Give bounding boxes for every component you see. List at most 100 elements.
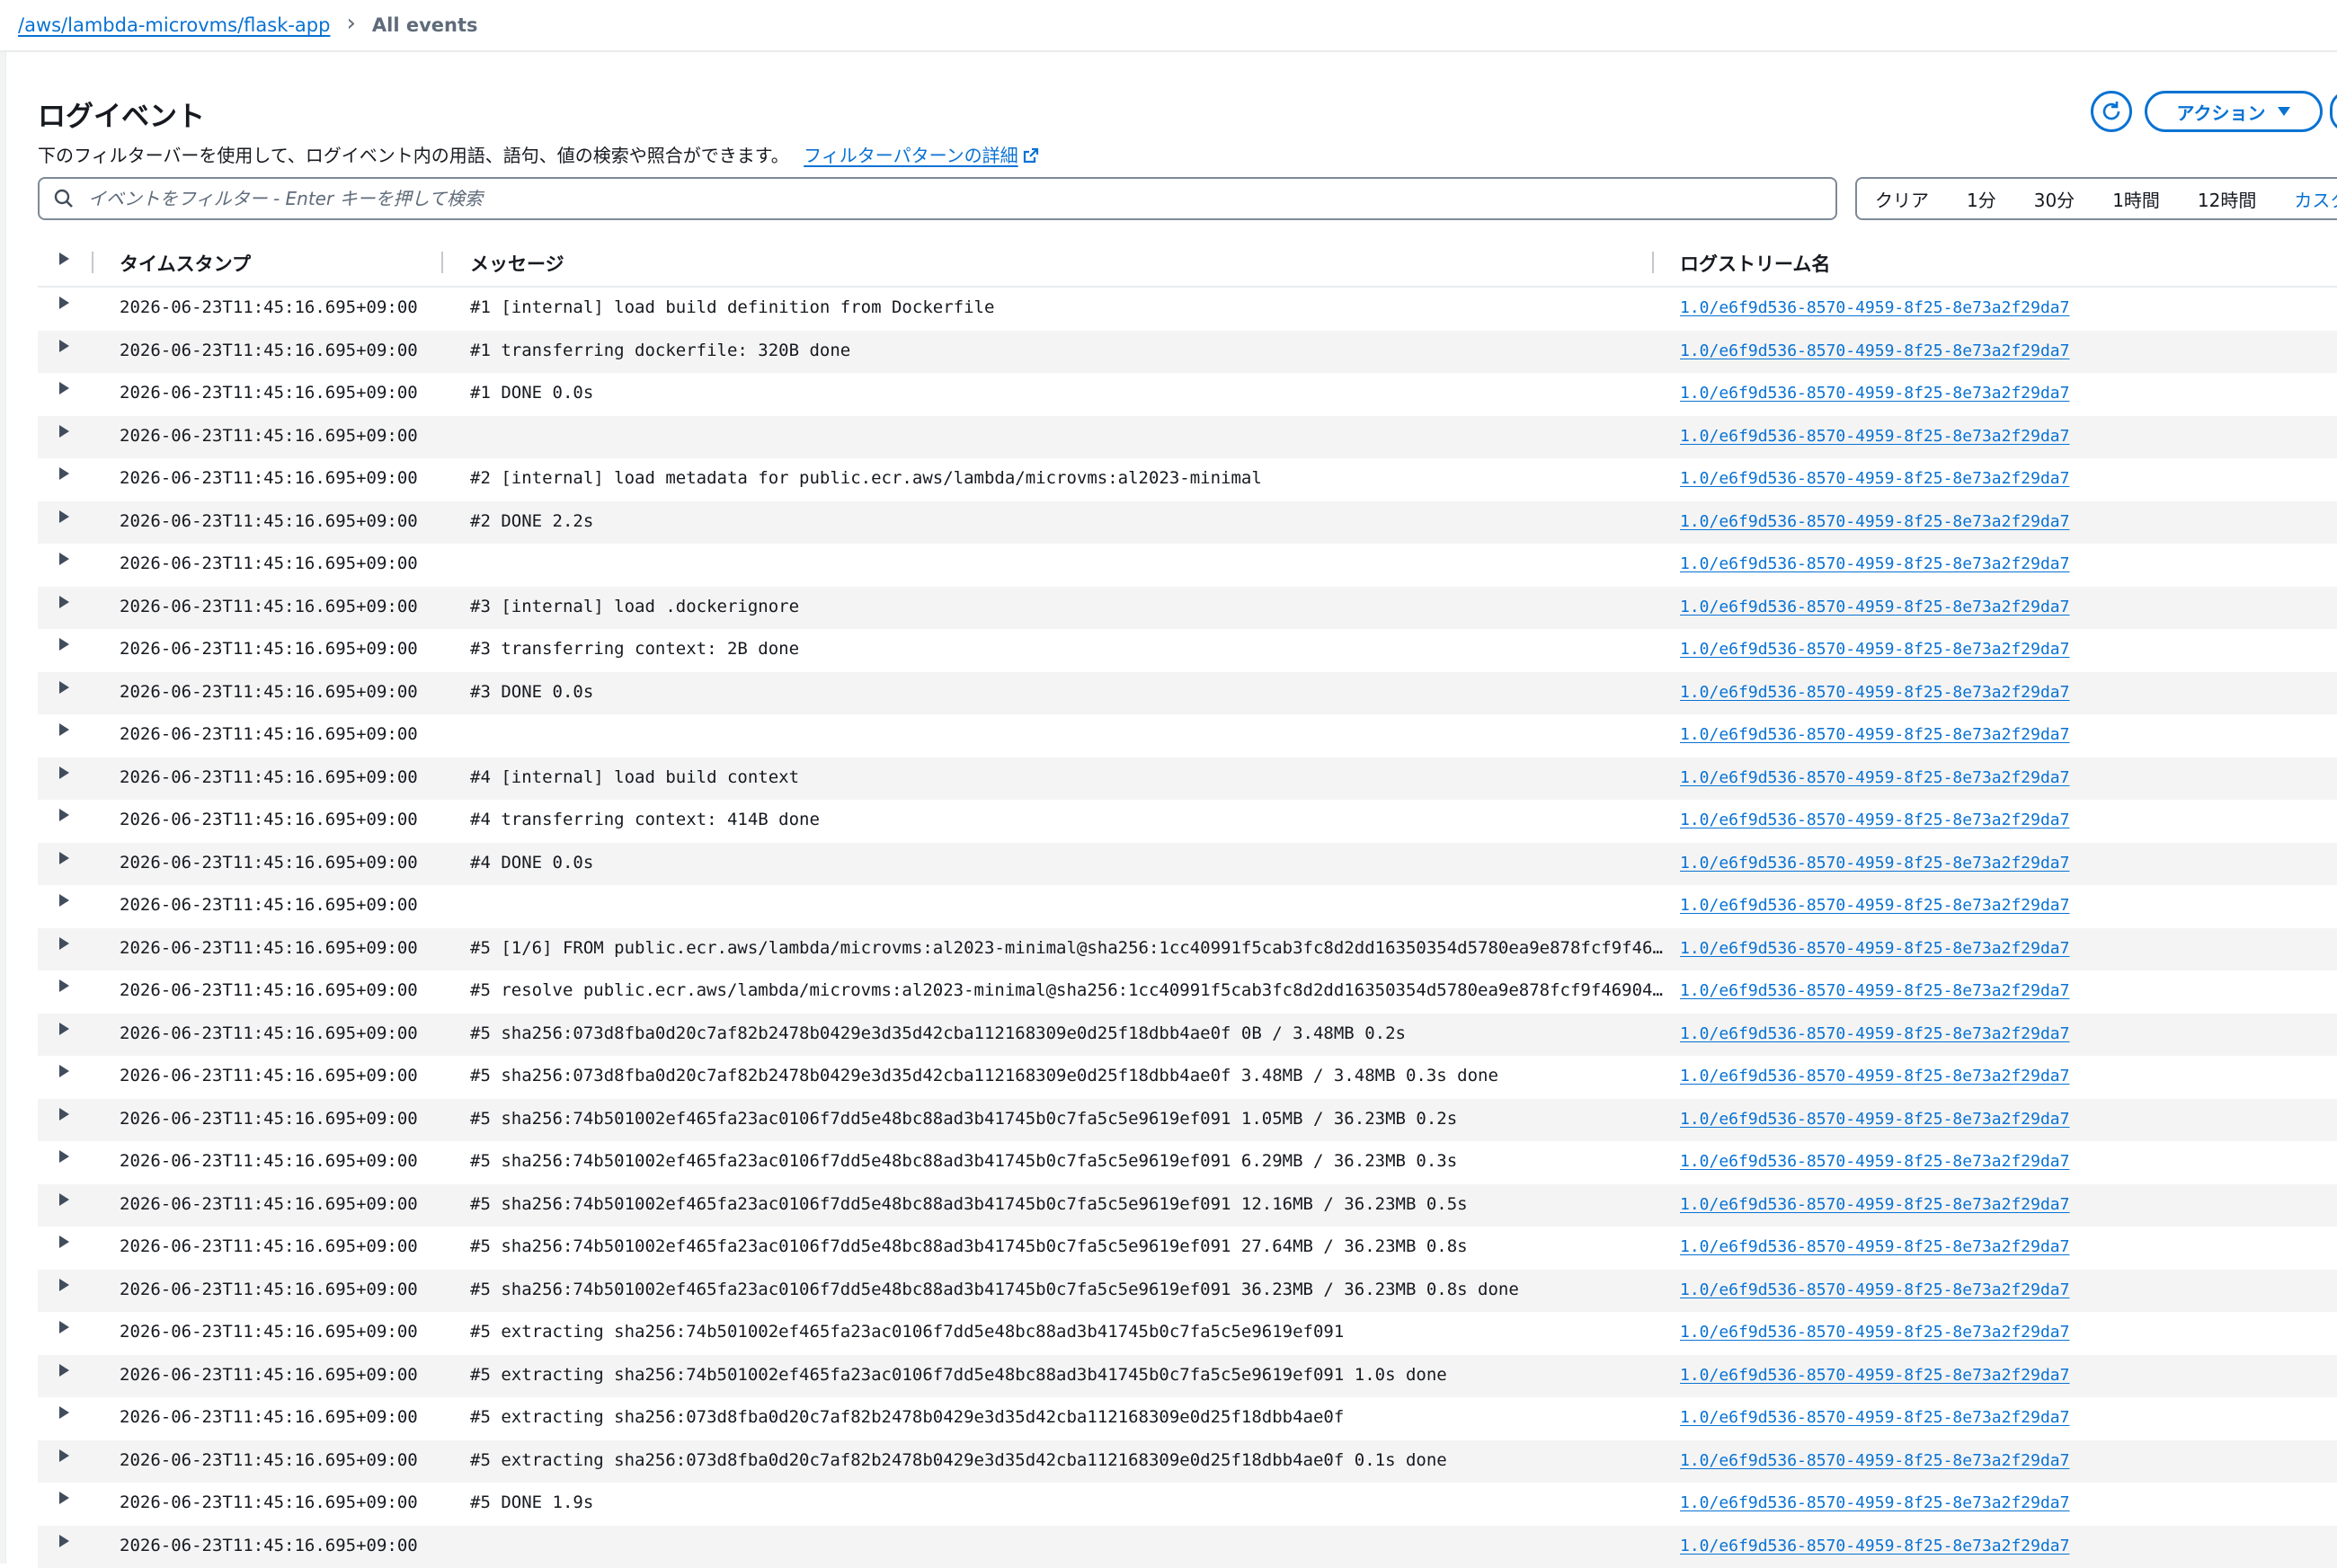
table-row[interactable]: 2026-06-23T11:45:16.695+09:00#5 sha256:7… <box>38 1270 2337 1313</box>
more-button[interactable] <box>2330 91 2337 132</box>
table-row[interactable]: 2026-06-23T11:45:16.695+09:00#4 [interna… <box>38 757 2337 801</box>
row-log-stream-link[interactable]: 1.0/e6f9d536-8570-4959-8f25-8e73a2f29da7 <box>1680 640 2069 659</box>
row-log-stream-link[interactable]: 1.0/e6f9d536-8570-4959-8f25-8e73a2f29da7 <box>1680 384 2069 403</box>
table-row[interactable]: 2026-06-23T11:45:16.695+09:00#3 [interna… <box>38 587 2337 630</box>
row-log-stream-link[interactable]: 1.0/e6f9d536-8570-4959-8f25-8e73a2f29da7 <box>1680 427 2069 446</box>
table-row[interactable]: 2026-06-23T11:45:16.695+09:00#5 DONE 1.9… <box>38 1483 2337 1526</box>
filter-pattern-link[interactable]: フィルターパターンの詳細 <box>804 145 1039 166</box>
table-row[interactable]: 2026-06-23T11:45:16.695+09:00#4 transfer… <box>38 800 2337 843</box>
table-row[interactable]: 2026-06-23T11:45:16.695+09:00#5 extracti… <box>38 1397 2337 1440</box>
expand-row-caret-icon[interactable] <box>59 1492 69 1504</box>
time-range-1m[interactable]: 1分 <box>1967 186 1996 212</box>
table-row[interactable]: 2026-06-23T11:45:16.695+09:001.0/e6f9d53… <box>38 544 2337 587</box>
expand-row-caret-icon[interactable] <box>59 852 69 864</box>
expand-row-caret-icon[interactable] <box>59 979 69 992</box>
table-row[interactable]: 2026-06-23T11:45:16.695+09:00#5 sha256:7… <box>38 1099 2337 1142</box>
expand-row-caret-icon[interactable] <box>59 1535 69 1547</box>
table-row[interactable]: 2026-06-23T11:45:16.695+09:00#5 [1/6] FR… <box>38 928 2337 971</box>
expand-row-caret-icon[interactable] <box>59 1279 69 1291</box>
row-log-stream-link[interactable]: 1.0/e6f9d536-8570-4959-8f25-8e73a2f29da7 <box>1680 939 2069 958</box>
row-log-stream-link[interactable]: 1.0/e6f9d536-8570-4959-8f25-8e73a2f29da7 <box>1680 1537 2069 1555</box>
expand-row-caret-icon[interactable] <box>59 382 69 394</box>
row-log-stream-link[interactable]: 1.0/e6f9d536-8570-4959-8f25-8e73a2f29da7 <box>1680 854 2069 873</box>
expand-row-caret-icon[interactable] <box>59 1449 69 1462</box>
table-row[interactable]: 2026-06-23T11:45:16.695+09:00#5 resolve … <box>38 970 2337 1014</box>
row-log-stream-link[interactable]: 1.0/e6f9d536-8570-4959-8f25-8e73a2f29da7 <box>1680 1195 2069 1214</box>
expand-row-caret-icon[interactable] <box>59 1364 69 1377</box>
row-log-stream-link[interactable]: 1.0/e6f9d536-8570-4959-8f25-8e73a2f29da7 <box>1680 469 2069 488</box>
expand-row-caret-icon[interactable] <box>59 1065 69 1077</box>
table-row[interactable]: 2026-06-23T11:45:16.695+09:00#5 sha256:7… <box>38 1184 2337 1227</box>
time-range-1h[interactable]: 1時間 <box>2112 186 2160 212</box>
expand-row-caret-icon[interactable] <box>59 937 69 950</box>
time-range-30m[interactable]: 30分 <box>2034 186 2075 212</box>
row-log-stream-link[interactable]: 1.0/e6f9d536-8570-4959-8f25-8e73a2f29da7 <box>1680 1451 2069 1470</box>
actions-button[interactable]: アクション <box>2145 91 2323 132</box>
table-row[interactable]: 2026-06-23T11:45:16.695+09:001.0/e6f9d53… <box>38 416 2337 459</box>
event-filter-input[interactable] <box>86 187 1798 210</box>
column-header-message[interactable]: メッセージ <box>470 250 564 277</box>
column-header-timestamp[interactable]: タイムスタンプ <box>120 250 251 277</box>
row-log-stream-link[interactable]: 1.0/e6f9d536-8570-4959-8f25-8e73a2f29da7 <box>1680 512 2069 531</box>
row-log-stream-link[interactable]: 1.0/e6f9d536-8570-4959-8f25-8e73a2f29da7 <box>1680 1280 2069 1299</box>
table-row[interactable]: 2026-06-23T11:45:16.695+09:00#1 [interna… <box>38 288 2337 331</box>
row-log-stream-link[interactable]: 1.0/e6f9d536-8570-4959-8f25-8e73a2f29da7 <box>1680 683 2069 702</box>
expand-row-caret-icon[interactable] <box>59 723 69 736</box>
column-divider[interactable] <box>1652 252 1654 273</box>
row-log-stream-link[interactable]: 1.0/e6f9d536-8570-4959-8f25-8e73a2f29da7 <box>1680 1237 2069 1256</box>
table-row[interactable]: 2026-06-23T11:45:16.695+09:00#3 transfer… <box>38 629 2337 672</box>
expand-row-caret-icon[interactable] <box>59 638 69 651</box>
table-row[interactable]: 2026-06-23T11:45:16.695+09:00#1 DONE 0.0… <box>38 373 2337 416</box>
table-row[interactable]: 2026-06-23T11:45:16.695+09:00#3 DONE 0.0… <box>38 672 2337 715</box>
table-row[interactable]: 2026-06-23T11:45:16.695+09:00#5 extracti… <box>38 1312 2337 1355</box>
column-divider[interactable] <box>441 252 443 273</box>
row-log-stream-link[interactable]: 1.0/e6f9d536-8570-4959-8f25-8e73a2f29da7 <box>1680 298 2069 317</box>
row-log-stream-link[interactable]: 1.0/e6f9d536-8570-4959-8f25-8e73a2f29da7 <box>1680 1323 2069 1342</box>
expand-row-caret-icon[interactable] <box>59 1321 69 1333</box>
table-row[interactable]: 2026-06-23T11:45:16.695+09:001.0/e6f9d53… <box>38 1526 2337 1568</box>
expand-row-caret-icon[interactable] <box>59 1406 69 1419</box>
expand-row-caret-icon[interactable] <box>59 766 69 779</box>
table-row[interactable]: 2026-06-23T11:45:16.695+09:001.0/e6f9d53… <box>38 714 2337 757</box>
table-row[interactable]: 2026-06-23T11:45:16.695+09:00#5 sha256:0… <box>38 1056 2337 1099</box>
expand-row-caret-icon[interactable] <box>59 297 69 309</box>
table-row[interactable]: 2026-06-23T11:45:16.695+09:001.0/e6f9d53… <box>38 885 2337 928</box>
table-row[interactable]: 2026-06-23T11:45:16.695+09:00#2 DONE 2.2… <box>38 501 2337 545</box>
expand-row-caret-icon[interactable] <box>59 1108 69 1121</box>
expand-row-caret-icon[interactable] <box>59 510 69 523</box>
row-log-stream-link[interactable]: 1.0/e6f9d536-8570-4959-8f25-8e73a2f29da7 <box>1680 1024 2069 1043</box>
row-log-stream-link[interactable]: 1.0/e6f9d536-8570-4959-8f25-8e73a2f29da7 <box>1680 1110 2069 1129</box>
row-log-stream-link[interactable]: 1.0/e6f9d536-8570-4959-8f25-8e73a2f29da7 <box>1680 1152 2069 1171</box>
row-log-stream-link[interactable]: 1.0/e6f9d536-8570-4959-8f25-8e73a2f29da7 <box>1680 768 2069 787</box>
row-log-stream-link[interactable]: 1.0/e6f9d536-8570-4959-8f25-8e73a2f29da7 <box>1680 811 2069 829</box>
table-row[interactable]: 2026-06-23T11:45:16.695+09:00#5 sha256:7… <box>38 1227 2337 1270</box>
expand-row-caret-icon[interactable] <box>59 681 69 694</box>
row-log-stream-link[interactable]: 1.0/e6f9d536-8570-4959-8f25-8e73a2f29da7 <box>1680 725 2069 744</box>
row-log-stream-link[interactable]: 1.0/e6f9d536-8570-4959-8f25-8e73a2f29da7 <box>1680 554 2069 573</box>
time-range-clear[interactable]: クリア <box>1875 186 1929 212</box>
table-row[interactable]: 2026-06-23T11:45:16.695+09:00#1 transfer… <box>38 331 2337 374</box>
table-row[interactable]: 2026-06-23T11:45:16.695+09:00#5 extracti… <box>38 1440 2337 1484</box>
breadcrumb-log-group-link[interactable]: /aws/lambda-microvms/flask-app <box>18 14 330 36</box>
table-row[interactable]: 2026-06-23T11:45:16.695+09:00#5 extracti… <box>38 1355 2337 1398</box>
expand-row-caret-icon[interactable] <box>59 1150 69 1163</box>
column-header-log-stream[interactable]: ログストリーム名 <box>1680 250 1830 277</box>
refresh-button[interactable] <box>2091 91 2132 132</box>
row-log-stream-link[interactable]: 1.0/e6f9d536-8570-4959-8f25-8e73a2f29da7 <box>1680 1067 2069 1085</box>
time-range-12h[interactable]: 12時間 <box>2198 186 2256 212</box>
expand-all-caret-icon[interactable] <box>59 252 69 265</box>
row-log-stream-link[interactable]: 1.0/e6f9d536-8570-4959-8f25-8e73a2f29da7 <box>1680 341 2069 360</box>
expand-row-caret-icon[interactable] <box>59 1236 69 1248</box>
expand-row-caret-icon[interactable] <box>59 1023 69 1035</box>
row-log-stream-link[interactable]: 1.0/e6f9d536-8570-4959-8f25-8e73a2f29da7 <box>1680 896 2069 915</box>
expand-row-caret-icon[interactable] <box>59 467 69 480</box>
expand-row-caret-icon[interactable] <box>59 1193 69 1206</box>
table-row[interactable]: 2026-06-23T11:45:16.695+09:00#5 sha256:0… <box>38 1014 2337 1057</box>
table-row[interactable]: 2026-06-23T11:45:16.695+09:00#4 DONE 0.0… <box>38 843 2337 886</box>
row-log-stream-link[interactable]: 1.0/e6f9d536-8570-4959-8f25-8e73a2f29da7 <box>1680 1366 2069 1385</box>
row-log-stream-link[interactable]: 1.0/e6f9d536-8570-4959-8f25-8e73a2f29da7 <box>1680 981 2069 1000</box>
expand-row-caret-icon[interactable] <box>59 596 69 608</box>
row-log-stream-link[interactable]: 1.0/e6f9d536-8570-4959-8f25-8e73a2f29da7 <box>1680 1493 2069 1512</box>
table-row[interactable]: 2026-06-23T11:45:16.695+09:00#2 [interna… <box>38 458 2337 501</box>
table-row[interactable]: 2026-06-23T11:45:16.695+09:00#5 sha256:7… <box>38 1141 2337 1184</box>
